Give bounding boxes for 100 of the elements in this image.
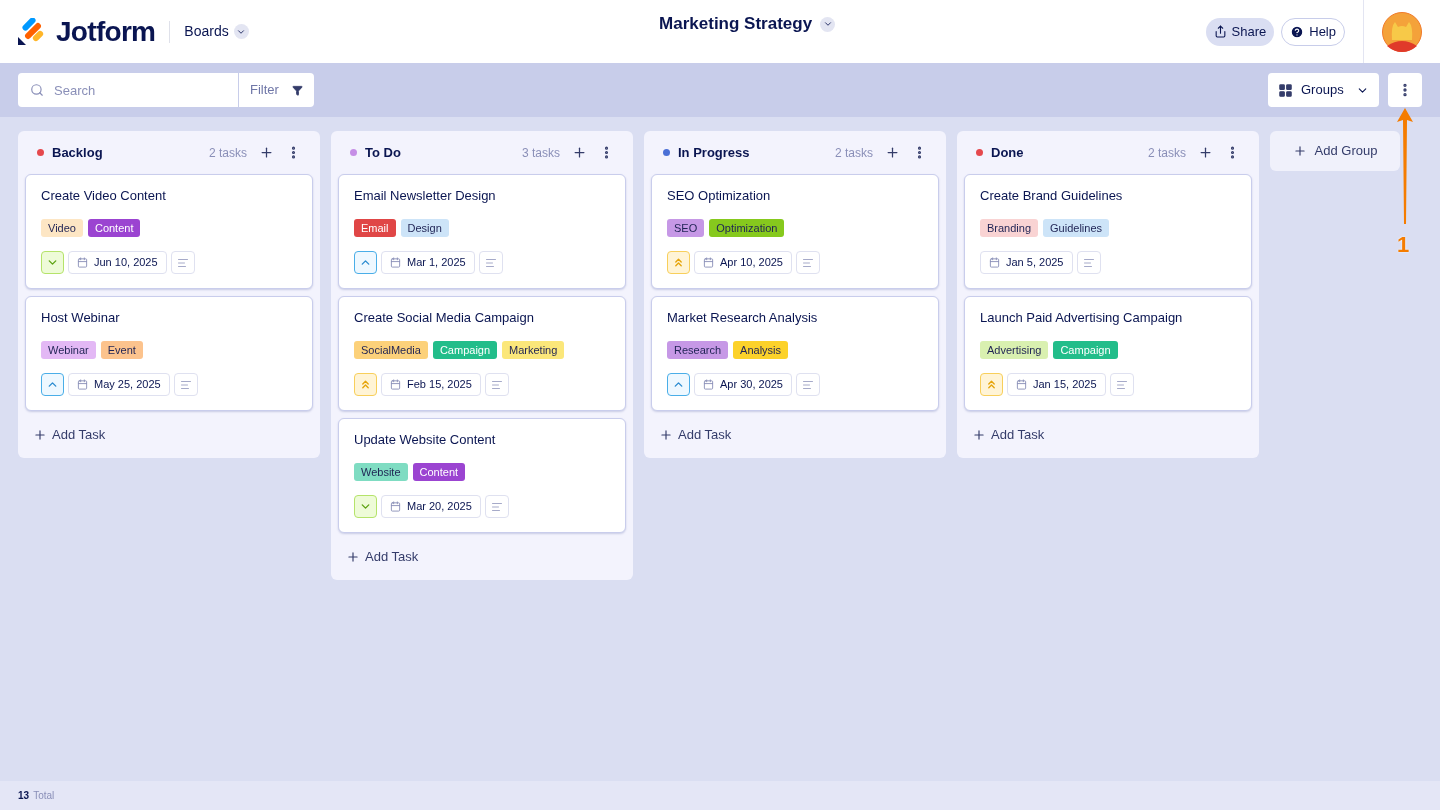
calendar-icon xyxy=(703,257,714,268)
task-title: Email Newsletter Design xyxy=(354,188,497,204)
tag: Guidelines xyxy=(1043,219,1110,237)
calendar-icon xyxy=(390,501,401,512)
task-card[interactable]: Create Brand Guidelines Branding Guidelines Jan 5, 2025 xyxy=(964,174,1252,289)
priority-button[interactable] xyxy=(980,373,1003,396)
priority-button[interactable] xyxy=(354,251,377,274)
logo-text: Jotform xyxy=(56,14,156,49)
lines-icon xyxy=(490,378,503,391)
group-name: Done xyxy=(991,143,1024,162)
tag: Analysis xyxy=(733,341,789,359)
share-icon xyxy=(1213,25,1227,38)
task-card[interactable]: Launch Paid Advertising Campaign Advertising Campaign Jan 15, 2025 xyxy=(964,296,1252,411)
calendar-icon xyxy=(77,257,88,268)
due-date-button[interactable]: Apr 10, 2025 xyxy=(694,251,792,274)
tag: Marketing xyxy=(502,341,565,359)
lines-icon xyxy=(176,256,189,269)
lines-icon xyxy=(179,378,192,391)
double-chevron-up-icon xyxy=(672,256,685,269)
double-chevron-up-icon xyxy=(359,378,372,391)
lines-icon xyxy=(802,378,814,391)
task-card[interactable]: Create Video Content Video Content Jun 10, 2025 xyxy=(25,174,313,289)
tag: Content xyxy=(87,219,141,237)
add-button[interactable] xyxy=(572,145,587,160)
description-button[interactable] xyxy=(484,495,509,518)
add-task-button[interactable]: Add Task xyxy=(972,425,1045,445)
grid-icon xyxy=(1278,82,1293,98)
due-date-button[interactable]: Jan 5, 2025 xyxy=(980,251,1073,274)
groups-dropdown[interactable]: Groups xyxy=(1268,73,1379,107)
tag: Event xyxy=(100,341,143,359)
priority-button[interactable] xyxy=(41,373,64,396)
description-button[interactable] xyxy=(796,251,820,274)
priority-button[interactable] xyxy=(354,495,377,518)
plus-icon xyxy=(346,549,360,564)
priority-button[interactable] xyxy=(354,373,377,396)
description-button[interactable] xyxy=(170,251,195,274)
description-button[interactable] xyxy=(1109,373,1134,396)
add-button[interactable] xyxy=(885,145,900,160)
calendar-icon xyxy=(390,257,401,268)
description-button[interactable] xyxy=(796,373,820,396)
task-count: 3 tasks xyxy=(522,144,560,162)
board-title-dropdown[interactable]: Marketing Strategy xyxy=(659,11,836,37)
plus-icon xyxy=(659,427,673,442)
priority-button[interactable] xyxy=(667,251,690,274)
logo-icon xyxy=(18,18,44,45)
due-date-button[interactable]: Feb 15, 2025 xyxy=(381,373,481,396)
task-count: 2 tasks xyxy=(209,144,247,162)
task-card[interactable]: Market Research Analysis Research Analysis Apr 30, 2025 xyxy=(651,296,939,411)
priority-button[interactable] xyxy=(41,251,64,274)
tag: Email xyxy=(354,219,396,237)
group-name: In Progress xyxy=(678,143,750,162)
description-button[interactable] xyxy=(478,251,503,274)
tag: Branding xyxy=(980,219,1039,237)
plus-icon xyxy=(259,145,274,160)
due-date-button[interactable]: Jan 15, 2025 xyxy=(1007,373,1106,396)
search-icon xyxy=(30,83,44,97)
share-button[interactable]: Share xyxy=(1205,17,1275,46)
add-task-button[interactable]: Add Task xyxy=(33,425,106,445)
add-button[interactable] xyxy=(259,145,274,160)
lines-icon xyxy=(1082,256,1095,269)
add-button[interactable] xyxy=(1198,145,1213,160)
lines-icon xyxy=(802,256,814,269)
tag: Content xyxy=(412,463,466,481)
boards-dropdown[interactable]: Boards xyxy=(184,21,249,42)
task-card[interactable]: SEO Optimization SEO Optimization Apr 10, 2025 xyxy=(651,174,939,289)
task-card[interactable]: Create Social Media Campaign SocialMedia Campaign Marketing Feb 15, 2025 xyxy=(338,296,626,411)
tag: Website xyxy=(354,463,408,481)
description-button[interactable] xyxy=(484,373,509,396)
help-icon xyxy=(1290,24,1305,39)
add-task-button[interactable]: Add Task xyxy=(346,547,419,567)
calendar-icon xyxy=(1016,379,1027,390)
search-field[interactable]: Search xyxy=(18,73,238,107)
calendar-icon xyxy=(703,379,714,390)
task-count: 2 tasks xyxy=(1148,144,1186,162)
double-chevron-up-icon xyxy=(985,378,998,391)
task-card[interactable]: Update Website Content Website Content Mar 20, 2025 xyxy=(338,418,626,533)
plus-icon xyxy=(1198,145,1213,160)
task-count: 2 tasks xyxy=(835,144,873,162)
description-button[interactable] xyxy=(173,373,198,396)
description-button[interactable] xyxy=(1076,251,1101,274)
total-count: 13 xyxy=(18,789,30,803)
task-card[interactable]: Email Newsletter Design Email Design Mar 1, 2025 xyxy=(338,174,626,289)
calendar-icon xyxy=(77,379,88,390)
tag: Campaign xyxy=(1053,341,1118,359)
due-date-button[interactable]: Apr 30, 2025 xyxy=(694,373,792,396)
task-title: Create Video Content xyxy=(41,188,167,204)
tag: Advertising xyxy=(980,341,1049,359)
due-date-button[interactable]: May 25, 2025 xyxy=(68,373,170,396)
task-title: SEO Optimization xyxy=(667,188,772,204)
priority-button[interactable] xyxy=(667,373,690,396)
calendar-icon xyxy=(390,379,401,390)
plus-icon xyxy=(572,145,587,160)
task-title: Launch Paid Advertising Campaign xyxy=(980,310,1184,326)
lines-icon xyxy=(484,256,497,269)
filter-button[interactable]: Filter xyxy=(238,73,314,107)
lines-icon xyxy=(1115,378,1128,391)
add-group-button[interactable]: Add Group xyxy=(1270,131,1400,171)
add-task-button[interactable]: Add Task xyxy=(659,425,732,445)
task-card[interactable]: Host Webinar Webinar Event May 25, 2025 xyxy=(25,296,313,411)
task-title: Host Webinar xyxy=(41,310,121,326)
